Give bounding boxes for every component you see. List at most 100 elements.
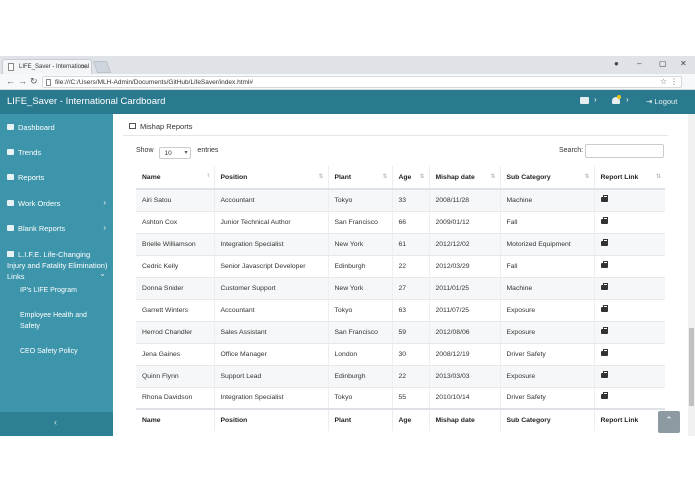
briefcase-icon[interactable] — [600, 216, 608, 224]
cell-mishap-date: 2012/12/02 — [428, 232, 500, 255]
cell-sub-category: Machine — [499, 276, 594, 299]
footer-age: Age — [391, 408, 429, 431]
cell-age: 30 — [391, 342, 429, 365]
close-tab-icon[interactable]: ✕ — [81, 63, 87, 71]
reload-icon[interactable]: ↻ — [30, 76, 38, 87]
column-header-mishap-date[interactable]: Mishap date ⇅ — [428, 166, 500, 190]
column-header-label: Position — [220, 173, 248, 181]
column-header-sub-category[interactable]: Sub Category ⇅ — [499, 166, 594, 190]
table-header-row: Name ↑ Position ⇅ Plant ⇅ Age ⇅ Mishap date ⇅… — [136, 166, 665, 190]
briefcase-icon[interactable] — [600, 392, 608, 400]
close-window-icon[interactable]: ✕ — [680, 59, 687, 68]
forward-icon[interactable]: → — [18, 76, 27, 86]
column-header-label: Report Link — [600, 173, 639, 181]
cell-plant: Edinburgh — [327, 364, 392, 387]
logout-button[interactable]: ⇥ Logout — [646, 97, 677, 106]
cell-report-link — [593, 254, 665, 277]
briefcase-icon[interactable] — [600, 260, 608, 268]
cell-report-link — [593, 298, 665, 321]
column-header-label: Plant — [334, 173, 352, 181]
cell-position: Accountant — [213, 188, 328, 211]
scrollbar-thumb[interactable] — [689, 328, 694, 406]
cell-mishap-date: 2013/03/03 — [428, 364, 500, 387]
cell-name: Herrod Chandler — [136, 320, 214, 343]
cell-name: Ashton Cox — [136, 210, 214, 233]
url-input[interactable]: file:///C:/Users/MLH-Admin/Documents/Git… — [42, 76, 682, 88]
sidebar-item-life-links[interactable]: L.I.F.E. Life-Changing Injury and Fatali… — [7, 249, 109, 282]
minimize-icon[interactable]: – — [637, 59, 641, 68]
scroll-to-top-button[interactable]: ⌃ — [658, 411, 680, 433]
chevron-right-icon[interactable]: › — [103, 223, 106, 232]
sidebar-item-blank-reports[interactable]: Blank Reports — [7, 224, 65, 233]
sidebar-item-label: Dashboard — [18, 123, 55, 132]
sidebar-collapse-bar[interactable]: ‹ — [0, 412, 113, 436]
url-text: file:///C:/Users/MLH-Admin/Documents/Git… — [55, 79, 253, 86]
sidebar-subitem-employee-health[interactable]: Employee Health and Safety — [20, 310, 105, 332]
column-header-position[interactable]: Position ⇅ — [213, 166, 328, 190]
sidebar-item-dashboard[interactable]: Dashboard — [7, 123, 55, 132]
sort-icon: ⇅ — [655, 174, 661, 180]
cell-report-link — [593, 386, 665, 409]
table-row: Donna Snider Customer Support New York 2… — [136, 276, 665, 299]
cell-age: 55 — [391, 386, 429, 409]
collapse-icon[interactable]: ‹ — [54, 417, 57, 427]
bookmark-star-icon[interactable]: ☆ — [660, 77, 667, 86]
briefcase-icon[interactable] — [600, 194, 608, 202]
cell-age: 66 — [391, 210, 429, 233]
mail-chevron-icon[interactable]: › — [594, 95, 597, 104]
briefcase-icon[interactable] — [600, 326, 608, 334]
cell-plant: Tokyo — [327, 188, 392, 211]
column-header-age[interactable]: Age ⇅ — [391, 166, 429, 190]
search-input[interactable] — [585, 144, 664, 158]
bell-icon[interactable] — [612, 95, 621, 105]
browser-menu-icon[interactable]: ⋮ — [670, 77, 678, 86]
column-header-label: Mishap date — [435, 173, 475, 181]
sidebar-item-work-orders[interactable]: Work Orders — [7, 199, 60, 208]
briefcase-icon[interactable] — [600, 304, 608, 312]
cell-age: 33 — [391, 188, 429, 211]
sidebar-item-reports[interactable]: Reports — [7, 173, 44, 182]
chevron-right-icon[interactable]: › — [103, 198, 106, 207]
trends-icon — [7, 149, 14, 155]
table-row: Cedric Kelly Senior Javascript Developer… — [136, 254, 665, 277]
page-info-icon — [46, 79, 51, 86]
sidebar-item-label: L.I.F.E. Life-Changing Injury and Fatali… — [7, 250, 108, 281]
notifications-chevron-icon[interactable]: › — [626, 95, 629, 104]
briefcase-icon[interactable] — [600, 370, 608, 378]
dashboard-icon — [7, 124, 14, 130]
cell-mishap-date: 2010/10/14 — [428, 386, 500, 409]
new-tab-button[interactable] — [92, 61, 112, 73]
briefcase-icon[interactable] — [600, 238, 608, 246]
cell-report-link — [593, 210, 665, 233]
sidebar-item-label: Work Orders — [18, 199, 61, 208]
cell-report-link — [593, 342, 665, 365]
chevron-down-icon[interactable]: ⌄ — [99, 269, 106, 278]
sidebar-subitem-ceo-safety-policy[interactable]: CEO Safety Policy — [20, 346, 105, 357]
mail-icon[interactable] — [580, 97, 589, 104]
column-header-plant[interactable]: Plant ⇅ — [327, 166, 392, 190]
maximize-icon[interactable]: ▢ — [659, 59, 667, 68]
sidebar-subitem-ip-life-program[interactable]: IP's LIFE Program — [20, 285, 105, 296]
cell-sub-category: Fall — [499, 210, 594, 233]
browser-tab-title: LIFE_Saver - International — [19, 64, 90, 70]
column-header-report-link[interactable]: Report Link ⇅ — [593, 166, 665, 190]
back-icon[interactable]: ← — [6, 76, 15, 86]
column-header-label: Sub Category — [506, 173, 551, 181]
column-header-label: Name — [142, 173, 161, 181]
column-header-label: Age — [398, 173, 412, 181]
app-header: LIFE_Saver - International Cardboard › ›… — [0, 90, 695, 114]
cell-name: Rhona Davidson — [136, 386, 214, 409]
briefcase-icon[interactable] — [600, 282, 608, 290]
cell-position: Integration Specialist — [213, 232, 328, 255]
briefcase-icon[interactable] — [600, 348, 608, 356]
sidebar-item-trends[interactable]: Trends — [7, 148, 41, 157]
cell-position: Sales Assistant — [213, 320, 328, 343]
address-bar: ← → ↻ file:///C:/Users/MLH-Admin/Documen… — [0, 74, 695, 90]
cell-mishap-date: 2012/03/29 — [428, 254, 500, 277]
page-icon — [8, 63, 14, 71]
browser-tab[interactable]: LIFE_Saver - International ✕ — [2, 59, 92, 74]
account-icon[interactable]: ● — [614, 59, 619, 68]
entries-select[interactable]: 10 ▾ — [159, 147, 192, 159]
cell-sub-category: Driver Safety — [499, 386, 594, 409]
column-header-name[interactable]: Name ↑ — [136, 166, 214, 190]
